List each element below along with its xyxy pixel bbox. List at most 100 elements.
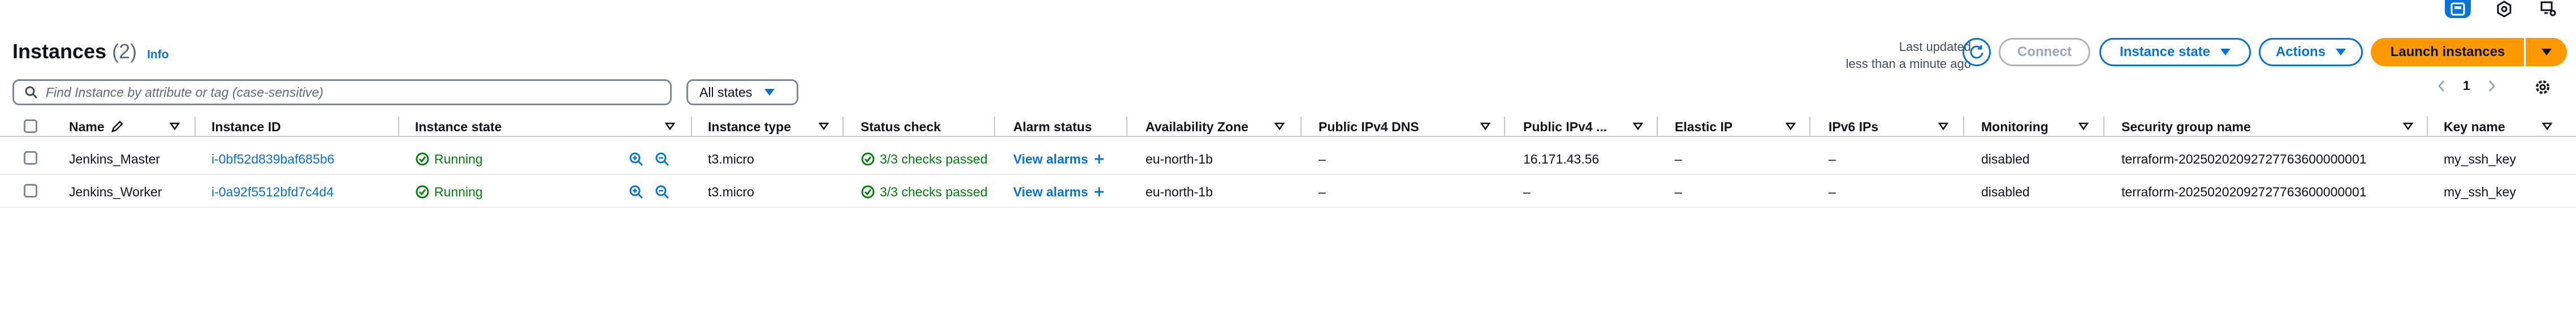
cell-alarm-status[interactable]: View alarms bbox=[1013, 143, 1124, 175]
chevron-down-icon bbox=[2220, 49, 2231, 55]
sort-caret-icon[interactable] bbox=[1274, 121, 1285, 131]
cell-public-ipv4: 16.171.43.56 bbox=[1523, 151, 1600, 166]
check-circle-icon bbox=[861, 185, 875, 199]
column-divider[interactable] bbox=[1300, 117, 1302, 137]
column-divider[interactable] bbox=[1126, 117, 1127, 137]
cell-elastic-ip: – bbox=[1675, 184, 1682, 199]
column-divider[interactable] bbox=[994, 117, 995, 137]
states-select[interactable]: All states bbox=[686, 79, 798, 105]
zoom-in-icon[interactable] bbox=[629, 185, 643, 199]
column-header-instance-id[interactable]: Instance ID bbox=[211, 117, 281, 137]
plus-icon[interactable] bbox=[1093, 153, 1105, 165]
column-header-ipv6-ips[interactable]: IPv6 IPs bbox=[1829, 117, 1878, 137]
column-divider[interactable] bbox=[1809, 117, 1810, 137]
column-divider[interactable] bbox=[1963, 117, 1964, 137]
column-label: Instance type bbox=[708, 119, 791, 134]
instance-state-button[interactable]: Instance state bbox=[2099, 38, 2251, 66]
column-header-name[interactable]: Name bbox=[69, 117, 124, 137]
column-divider[interactable] bbox=[2103, 117, 2104, 137]
table-row[interactable]: Jenkins_Master i-0bf52d839baf685b6 Runni… bbox=[0, 143, 2576, 175]
cell-public-ipv4: – bbox=[1523, 184, 1531, 199]
instance-state-label: Instance state bbox=[2119, 44, 2211, 59]
column-label: Name bbox=[69, 119, 105, 134]
column-divider[interactable] bbox=[1504, 117, 1505, 137]
row-checkbox[interactable] bbox=[24, 184, 37, 198]
column-header-elastic-ip[interactable]: Elastic IP bbox=[1675, 117, 1732, 137]
refresh-icon bbox=[1970, 45, 1983, 59]
info-link[interactable]: Info bbox=[147, 48, 168, 62]
cell-instance-id[interactable]: i-0bf52d839baf685b6 bbox=[211, 143, 392, 175]
zoom-out-icon[interactable] bbox=[655, 185, 669, 199]
column-header-instance-type[interactable]: Instance type bbox=[708, 117, 791, 137]
column-header-instance-state[interactable]: Instance state bbox=[415, 117, 502, 137]
actions-label: Actions bbox=[2275, 44, 2326, 59]
chevron-left-icon[interactable] bbox=[2437, 79, 2446, 93]
sort-caret-icon[interactable] bbox=[2403, 121, 2413, 131]
search-box[interactable] bbox=[12, 79, 672, 105]
column-header-availability-zone[interactable]: Availability Zone bbox=[1146, 117, 1248, 137]
column-divider[interactable] bbox=[195, 117, 196, 137]
zoom-in-icon[interactable] bbox=[629, 152, 643, 166]
sort-caret-icon[interactable] bbox=[1633, 121, 1643, 131]
column-header-monitoring[interactable]: Monitoring bbox=[1981, 117, 2048, 137]
column-header-public-ipv4[interactable]: Public IPv4 ... bbox=[1523, 117, 1607, 137]
cell-monitoring: disabled bbox=[1981, 151, 2030, 166]
zoom-out-icon[interactable] bbox=[655, 152, 669, 166]
column-header-status-check[interactable]: Status check bbox=[861, 117, 941, 137]
cell-instance-id[interactable]: i-0a92f5512bfd7c4d4 bbox=[211, 176, 392, 208]
sort-caret-icon[interactable] bbox=[2542, 121, 2552, 131]
monitor-settings-icon[interactable] bbox=[2535, 0, 2561, 18]
row-checkbox[interactable] bbox=[24, 151, 37, 165]
sort-caret-icon[interactable] bbox=[1480, 121, 1490, 131]
column-divider[interactable] bbox=[1657, 117, 1658, 137]
preferences-gear-button[interactable] bbox=[2533, 78, 2552, 100]
plus-icon[interactable] bbox=[1093, 186, 1105, 198]
check-circle-icon bbox=[861, 152, 875, 166]
search-input[interactable] bbox=[46, 84, 656, 100]
cell-status-check: 3/3 checks passed bbox=[861, 143, 993, 175]
column-label: Security group name bbox=[2121, 119, 2251, 134]
cell-key-name: my_ssh_key bbox=[2444, 151, 2516, 166]
cell-alarm-status[interactable]: View alarms bbox=[1013, 176, 1124, 208]
column-header-key-name[interactable]: Key name bbox=[2444, 117, 2505, 137]
column-label: Elastic IP bbox=[1675, 119, 1733, 134]
column-header-public-ipv4-dns[interactable]: Public IPv4 DNS bbox=[1319, 117, 1419, 137]
sort-caret-icon[interactable] bbox=[1938, 121, 1948, 131]
cell-instance-type: t3.micro bbox=[708, 151, 754, 166]
cell-ipv6: – bbox=[1829, 184, 1836, 199]
launch-options-button[interactable] bbox=[2524, 38, 2567, 66]
view-alarms-link[interactable]: View alarms bbox=[1013, 185, 1088, 200]
column-label: Public IPv4 ... bbox=[1523, 119, 1607, 134]
actions-button[interactable]: Actions bbox=[2259, 38, 2363, 66]
sort-caret-icon[interactable] bbox=[2078, 121, 2089, 131]
view-alarms-link[interactable]: View alarms bbox=[1013, 152, 1088, 167]
column-divider[interactable] bbox=[842, 117, 844, 137]
column-divider[interactable] bbox=[2427, 117, 2428, 137]
cell-key-name: my_ssh_key bbox=[2444, 184, 2516, 199]
column-divider[interactable] bbox=[398, 117, 399, 137]
pagination: 1 bbox=[2437, 78, 2496, 93]
column-header-security-group[interactable]: Security group name bbox=[2121, 117, 2251, 137]
last-updated-value: less than a minute ago bbox=[1845, 57, 1971, 71]
cell-public-dns: – bbox=[1319, 184, 1326, 199]
settings-hex-icon[interactable] bbox=[2491, 0, 2517, 18]
column-header-alarm-status[interactable]: Alarm status bbox=[1013, 117, 1092, 137]
column-divider[interactable] bbox=[691, 117, 692, 137]
sort-caret-icon[interactable] bbox=[170, 121, 180, 131]
connect-button[interactable]: Connect bbox=[1999, 38, 2090, 66]
chevron-right-icon[interactable] bbox=[2487, 79, 2496, 93]
cell-monitoring: disabled bbox=[1981, 184, 2030, 199]
last-updated-label: Last updated bbox=[1899, 40, 1971, 54]
edit-pencil-icon bbox=[111, 121, 123, 132]
select-all-checkbox[interactable] bbox=[24, 119, 37, 133]
table-row[interactable]: Jenkins_Worker i-0a92f5512bfd7c4d4 Runni… bbox=[0, 176, 2576, 208]
cell-security-group: terraform-20250202092727763600000001 bbox=[2121, 151, 2367, 166]
column-label: Availability Zone bbox=[1146, 119, 1248, 134]
sort-caret-icon[interactable] bbox=[665, 121, 675, 131]
refresh-button[interactable] bbox=[1963, 38, 1991, 66]
sort-caret-icon[interactable] bbox=[1786, 121, 1796, 131]
sort-caret-icon[interactable] bbox=[819, 121, 829, 131]
dashboard-icon[interactable] bbox=[2445, 0, 2471, 18]
launch-instances-button[interactable]: Launch instances bbox=[2371, 38, 2525, 66]
page-number[interactable]: 1 bbox=[2463, 78, 2470, 93]
